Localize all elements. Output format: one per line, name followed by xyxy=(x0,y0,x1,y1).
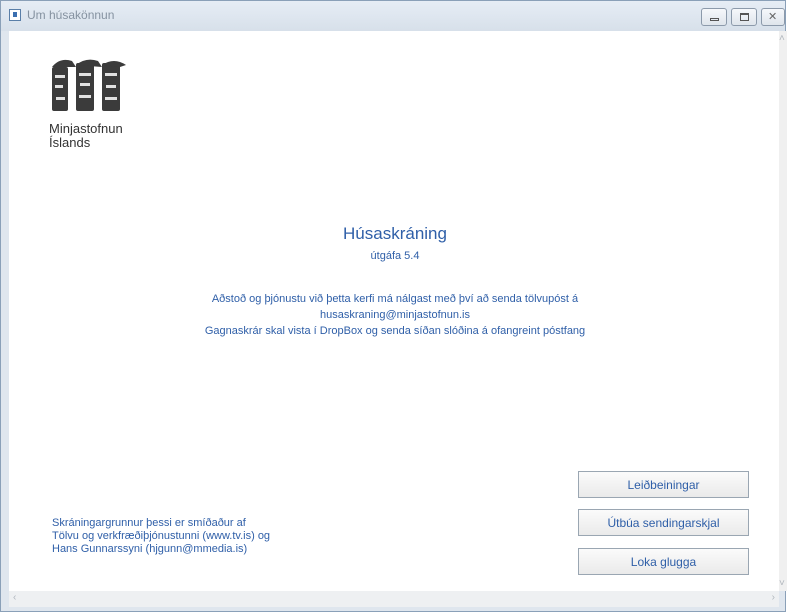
vertical-scrollbar[interactable]: ˄ ˅ xyxy=(779,31,787,591)
credit-line-3: Hans Gunnarssyni (hjgunn@mmedia.is) xyxy=(52,543,248,555)
close-icon: ✕ xyxy=(768,11,778,23)
minimize-button[interactable] xyxy=(701,8,727,26)
app-version: útgáfa 5.4 xyxy=(370,250,420,262)
export-button[interactable]: Útbúa sendingarskjal xyxy=(578,509,749,536)
logo-text: Minjastofnun Íslands xyxy=(49,122,123,150)
maximize-button[interactable] xyxy=(731,8,757,26)
credit-line-1: Skráningargrunnur þessi er smíðaður af xyxy=(52,517,246,529)
scroll-up-icon[interactable]: ˄ xyxy=(779,33,785,44)
app-title: Húsaskráning xyxy=(343,224,447,243)
credits: Skráningargrunnur þessi er smíðaður af T… xyxy=(52,517,270,556)
guide-button[interactable]: Leiðbeiningar xyxy=(578,471,749,498)
logo-line-1: Minjastofnun xyxy=(49,121,123,136)
scroll-right-icon[interactable]: › xyxy=(772,592,775,603)
minjastofnun-logo xyxy=(52,59,126,111)
app-icon xyxy=(9,9,21,21)
support-line-1: Aðstoð og þjónustu við þetta kerfi má ná… xyxy=(211,293,579,305)
scroll-down-icon[interactable]: ˅ xyxy=(779,578,785,589)
window-title: Um húsakönnun xyxy=(27,8,115,22)
horizontal-scrollbar[interactable]: ‹ › xyxy=(9,591,779,607)
about-window: Um húsakönnun ✕ Minjastofnun Íslands Hús… xyxy=(0,0,787,612)
dropbox-line: Gagnaskrár skal vista í DropBox og senda… xyxy=(204,325,586,337)
close-window-button[interactable]: ✕ xyxy=(761,8,785,26)
close-dialog-button[interactable]: Loka glugga xyxy=(578,548,749,575)
support-email: husaskraning@minjastofnun.is xyxy=(320,309,470,321)
title-bar[interactable]: Um húsakönnun ✕ xyxy=(1,1,785,31)
scroll-left-icon[interactable]: ‹ xyxy=(13,592,16,603)
logo-line-2: Íslands xyxy=(49,135,91,150)
credit-line-2: Tölvu og verkfræðiþjónustunni (www.tv.is… xyxy=(52,530,271,542)
